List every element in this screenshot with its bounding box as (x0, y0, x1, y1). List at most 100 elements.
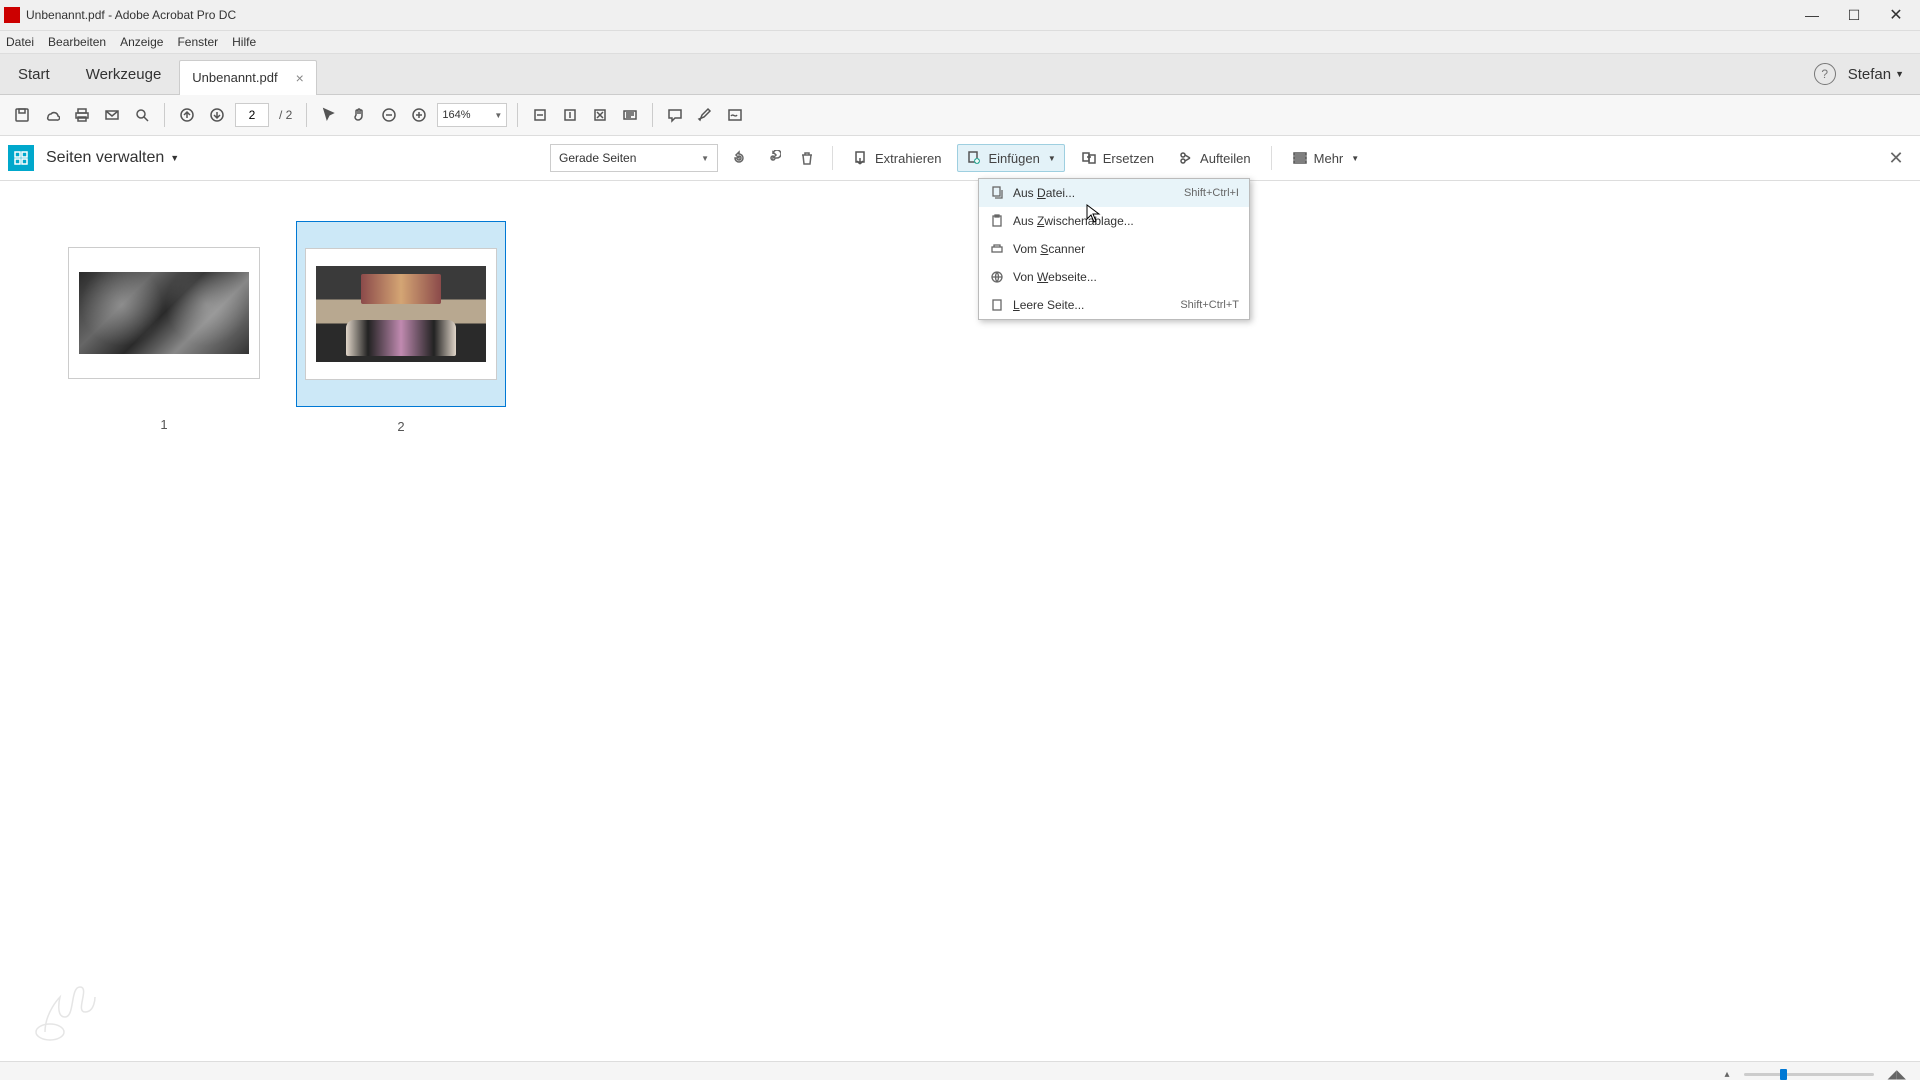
more-button[interactable]: Mehr ▼ (1284, 145, 1368, 171)
rotate-left-icon[interactable] (726, 145, 752, 171)
split-button[interactable]: Aufteilen (1170, 145, 1259, 171)
close-panel-button[interactable]: ✕ (1882, 144, 1910, 172)
watermark-icon (30, 977, 110, 1047)
insert-from-file[interactable]: Aus Datei... Shift+Ctrl+I (979, 179, 1249, 207)
dd-label: Vom Scanner (1013, 242, 1231, 256)
slider-thumb[interactable] (1780, 1069, 1787, 1080)
mode-title-dropdown[interactable]: Seiten verwalten ▼ (46, 149, 179, 167)
pointer-icon[interactable] (317, 103, 341, 127)
main-toolbar: / 2 164% ▼ (0, 95, 1920, 136)
help-icon[interactable]: ? (1814, 63, 1836, 85)
fit-visible-icon[interactable] (588, 103, 612, 127)
minimize-button[interactable]: — (1792, 3, 1832, 27)
hand-icon[interactable] (347, 103, 371, 127)
prev-page-icon[interactable] (175, 103, 199, 127)
comment-icon[interactable] (663, 103, 687, 127)
replace-button[interactable]: Ersetzen (1073, 145, 1162, 171)
page-thumbnail-1[interactable]: 1 (60, 221, 268, 434)
tab-document-label: Unbenannt.pdf (192, 70, 277, 85)
insert-from-clipboard[interactable]: Aus Zwischenablage... (979, 207, 1249, 235)
tab-document[interactable]: Unbenannt.pdf × (179, 60, 316, 95)
delete-icon[interactable] (794, 145, 820, 171)
clipboard-icon (989, 213, 1005, 229)
globe-icon (989, 269, 1005, 285)
chevron-down-icon: ▼ (1048, 154, 1056, 163)
app-icon (4, 7, 20, 23)
user-name: Stefan (1848, 66, 1891, 83)
page-number-label: 2 (397, 419, 404, 434)
tab-tools[interactable]: Werkzeuge (68, 54, 180, 94)
chevron-down-icon: ▼ (170, 153, 179, 163)
user-menu[interactable]: Stefan ▼ (1848, 66, 1904, 83)
page-filter-label: Gerade Seiten (559, 151, 636, 165)
save-icon[interactable] (10, 103, 34, 127)
page-thumbnails-area: 1 2 (0, 181, 1920, 1061)
chevron-down-icon: ▼ (1351, 154, 1359, 163)
zoom-in-icon[interactable] (407, 103, 431, 127)
close-button[interactable]: ✕ (1876, 3, 1916, 27)
separator (832, 146, 833, 170)
chevron-down-icon: ▼ (494, 111, 502, 120)
thumb-image (316, 266, 486, 362)
highlight-icon[interactable] (693, 103, 717, 127)
signature-icon[interactable] (723, 103, 747, 127)
zoom-value: 164% (442, 109, 470, 121)
print-icon[interactable] (70, 103, 94, 127)
thumb-image (79, 272, 249, 354)
title-bar: Unbenannt.pdf - Adobe Acrobat Pro DC — ☐… (0, 0, 1920, 31)
mail-icon[interactable] (100, 103, 124, 127)
scanner-icon (989, 241, 1005, 257)
insert-button[interactable]: Einfügen ▼ (957, 144, 1064, 172)
chevron-down-icon: ▼ (701, 154, 709, 163)
read-mode-icon[interactable] (618, 103, 642, 127)
rotate-right-icon[interactable] (760, 145, 786, 171)
replace-label: Ersetzen (1103, 151, 1154, 166)
fit-width-icon[interactable] (528, 103, 552, 127)
fit-page-icon[interactable] (558, 103, 582, 127)
dd-label: Von Webseite... (1013, 270, 1231, 284)
status-bar: ▴ ◢◣ (0, 1061, 1920, 1080)
zoom-out-icon[interactable] (377, 103, 401, 127)
menu-datei[interactable]: Datei (6, 35, 34, 49)
collapse-icon[interactable]: ▴ (1725, 1069, 1730, 1080)
dd-label: Leere Seite... (1013, 298, 1172, 312)
large-thumb-icon[interactable]: ◢◣ (1888, 1067, 1906, 1080)
dd-shortcut: Shift+Ctrl+I (1184, 187, 1239, 199)
tab-start[interactable]: Start (0, 54, 68, 94)
dd-label: Aus Datei... (1013, 186, 1176, 200)
insert-dropdown: Aus Datei... Shift+Ctrl+I Aus Zwischenab… (978, 178, 1250, 320)
window-title: Unbenannt.pdf - Adobe Acrobat Pro DC (26, 8, 1792, 22)
insert-from-webpage[interactable]: Von Webseite... (979, 263, 1249, 291)
page-total-label: / 2 (279, 108, 292, 122)
menu-hilfe[interactable]: Hilfe (232, 35, 256, 49)
zoom-select[interactable]: 164% ▼ (437, 103, 507, 127)
maximize-button[interactable]: ☐ (1834, 3, 1874, 27)
menu-bearbeiten[interactable]: Bearbeiten (48, 35, 106, 49)
extract-label: Extrahieren (875, 151, 941, 166)
file-icon (989, 185, 1005, 201)
chevron-down-icon: ▼ (1895, 69, 1904, 79)
tab-close-icon[interactable]: × (296, 70, 304, 86)
cloud-icon[interactable] (40, 103, 64, 127)
page-number-label: 1 (160, 417, 167, 432)
next-page-icon[interactable] (205, 103, 229, 127)
organize-pages-toolbar: Seiten verwalten ▼ Gerade Seiten ▼ Extra… (0, 136, 1920, 181)
separator (1271, 146, 1272, 170)
separator (164, 103, 165, 127)
menu-fenster[interactable]: Fenster (177, 35, 218, 49)
insert-label: Einfügen (988, 151, 1039, 166)
tab-bar: Start Werkzeuge Unbenannt.pdf × ? Stefan… (0, 54, 1920, 95)
separator (306, 103, 307, 127)
page-number-input[interactable] (235, 103, 269, 127)
menu-anzeige[interactable]: Anzeige (120, 35, 163, 49)
search-icon[interactable] (130, 103, 154, 127)
insert-from-scanner[interactable]: Vom Scanner (979, 235, 1249, 263)
thumbnail-size-slider[interactable] (1744, 1073, 1874, 1076)
blank-page-icon (989, 297, 1005, 313)
extract-button[interactable]: Extrahieren (845, 145, 949, 171)
organize-pages-icon (8, 145, 34, 171)
page-thumbnail-2[interactable]: 2 (296, 221, 506, 434)
separator (517, 103, 518, 127)
insert-blank-page[interactable]: Leere Seite... Shift+Ctrl+T (979, 291, 1249, 319)
page-filter-select[interactable]: Gerade Seiten ▼ (550, 144, 718, 172)
